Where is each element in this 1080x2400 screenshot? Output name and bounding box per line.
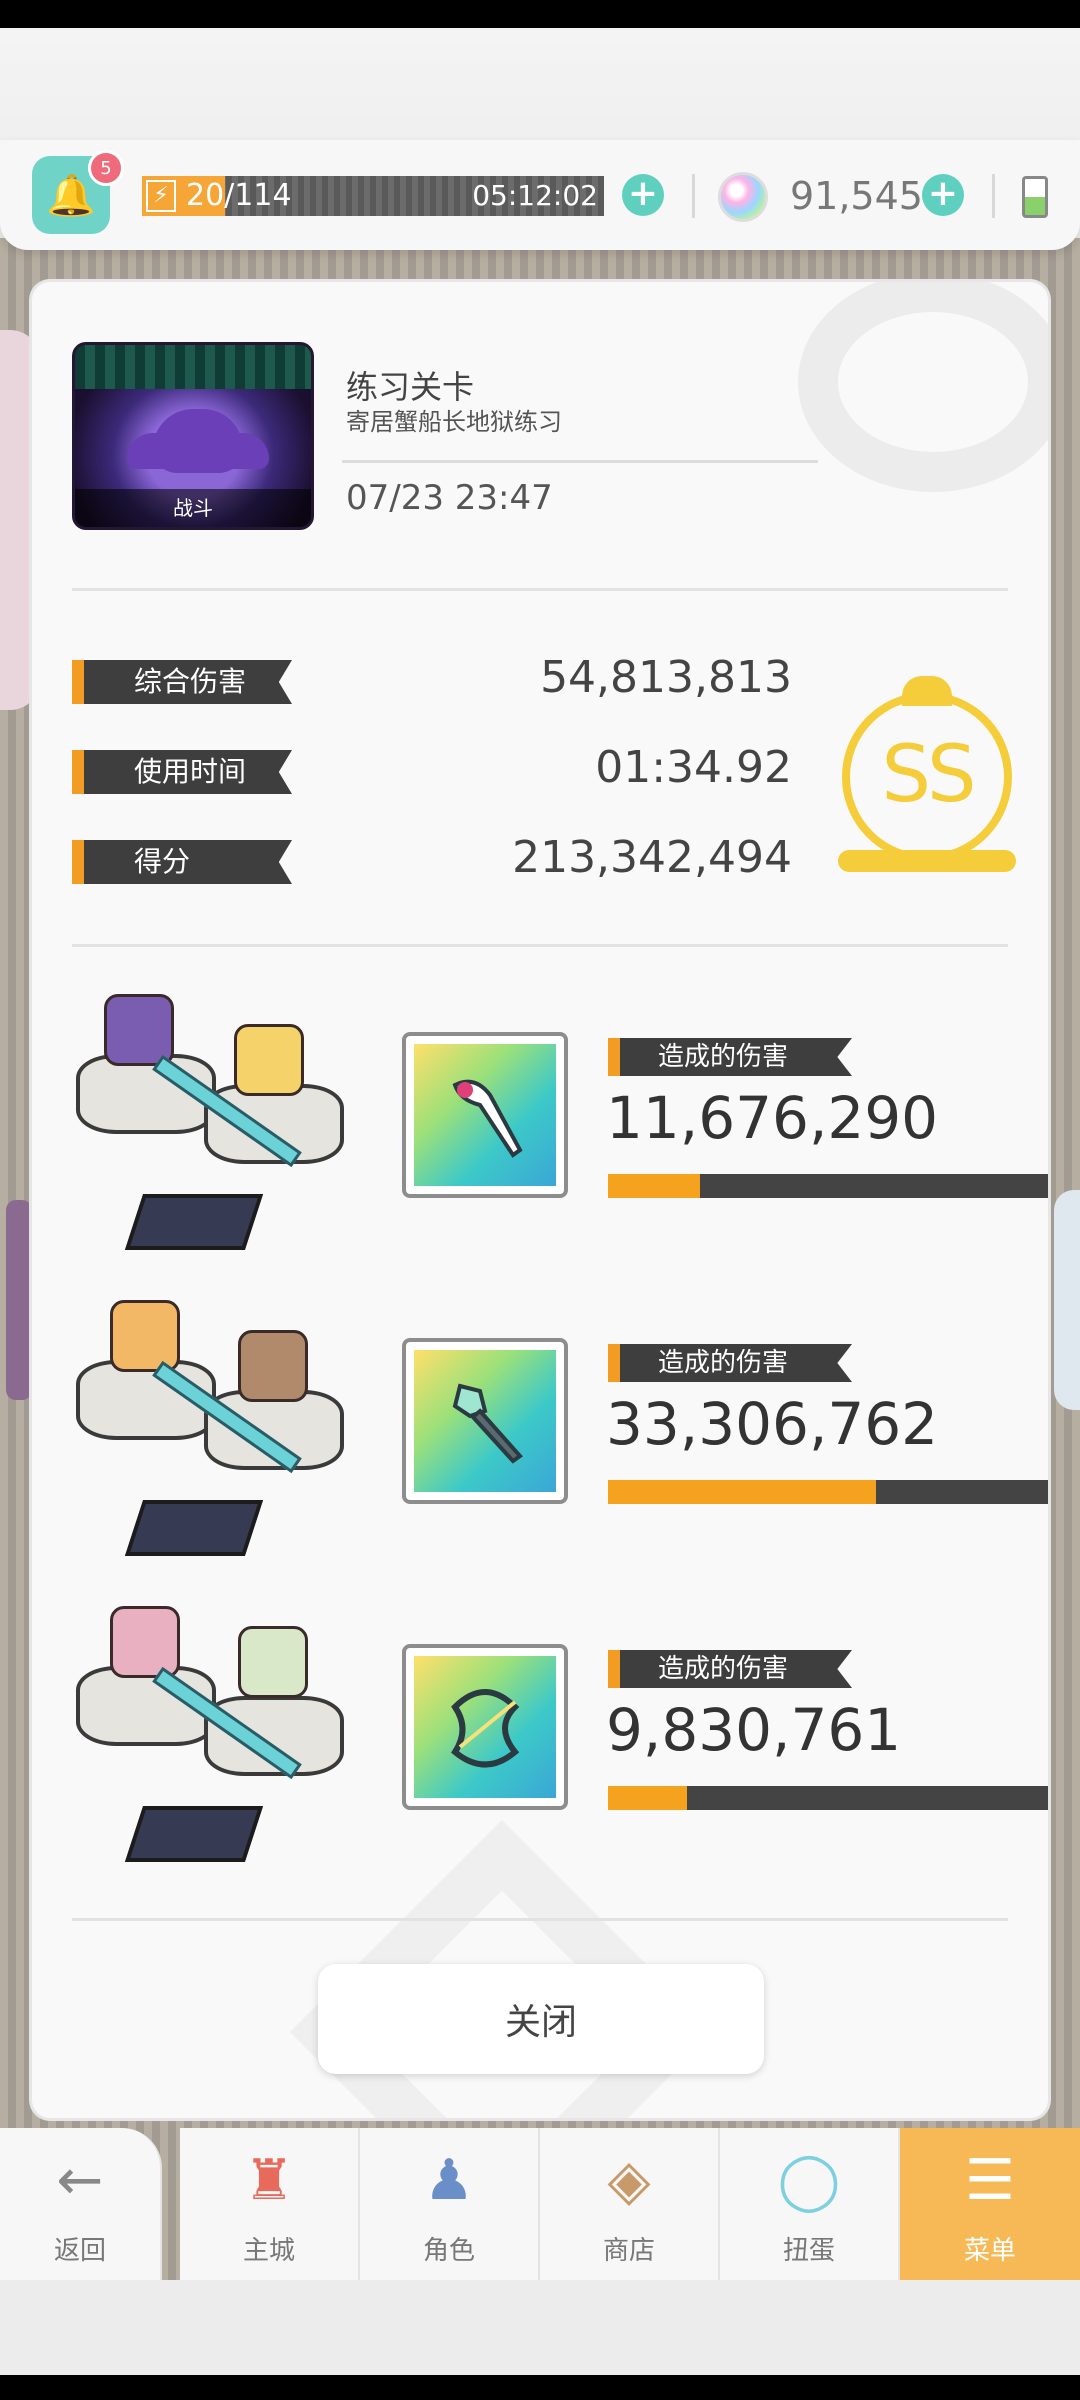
gem-count: 91,545	[790, 174, 923, 218]
divider	[992, 174, 995, 218]
stage-subtitle: 寄居蟹船长地狱练习	[346, 408, 562, 436]
battle-result-modal: 战斗 练习关卡 寄居蟹船长地狱练习 07/23 23:47 综合伤害 54,81…	[32, 282, 1048, 2118]
character-sprite	[238, 1626, 308, 1698]
team-result-row: 造成的伤害 33,306,762	[72, 1300, 1048, 1570]
staff-icon	[414, 1044, 556, 1186]
spellbook-icon	[124, 1194, 264, 1250]
damage-bar	[608, 1786, 1048, 1810]
stat-value: 01:34.92	[595, 742, 792, 793]
rank-emblem-base	[838, 850, 1016, 872]
damage-value: 11,676,290	[606, 1084, 939, 1152]
crab-boss-image	[153, 409, 243, 473]
nav-gacha[interactable]: ◯ 扭蛋	[720, 2128, 900, 2280]
damage-bar-fill	[608, 1480, 877, 1504]
team-party-image	[72, 1606, 362, 1876]
divider	[72, 588, 1008, 591]
character-icon: ♟	[423, 2148, 475, 2213]
stat-label: 使用时间	[72, 750, 292, 794]
nav-label: 返回	[53, 2236, 106, 2266]
nav-label: 菜单	[963, 2236, 1016, 2266]
stamina-timer: 05:12:02	[472, 179, 598, 212]
divider	[342, 460, 818, 463]
stat-label: 得分	[72, 840, 292, 884]
stamina-value: 20/114	[186, 178, 292, 213]
damage-bar	[608, 1174, 1048, 1198]
menu-icon: ☰	[964, 2148, 1016, 2213]
damage-value: 9,830,761	[606, 1696, 902, 1764]
stat-value: 54,813,813	[540, 652, 792, 703]
stamina-bar: ⚡ 20/114 05:12:02	[142, 176, 604, 216]
background-strip	[0, 2280, 1080, 2375]
nav-label: 角色	[422, 2236, 475, 2266]
damage-bar	[608, 1480, 1048, 1504]
stage-thumbnail: 战斗	[72, 342, 314, 530]
stat-score: 得分 213,342,494	[72, 832, 792, 884]
damage-bar-fill	[608, 1174, 701, 1198]
team-result-row: 造成的伤害 9,830,761	[72, 1606, 1048, 1876]
notification-badge: 5	[88, 150, 124, 186]
spellbook-icon	[124, 1500, 264, 1556]
nav-menu[interactable]: ☰ 菜单	[900, 2128, 1080, 2280]
damage-label: 造成的伤害	[608, 1038, 852, 1076]
damage-value: 33,306,762	[606, 1390, 939, 1458]
weapon-slot[interactable]	[402, 1644, 568, 1810]
add-stamina-button[interactable]: +	[622, 174, 664, 216]
character-sprite	[238, 1330, 308, 1402]
character-sprite	[110, 1300, 180, 1372]
background-decoration	[1054, 1190, 1080, 1410]
bow-icon	[414, 1656, 556, 1798]
close-button[interactable]: 关闭	[318, 1964, 764, 2074]
team-party-image	[72, 1300, 362, 1570]
stat-value: 213,342,494	[512, 832, 792, 883]
nav-label: 商店	[602, 2236, 655, 2266]
thumbnail-label: 战斗	[75, 489, 311, 527]
nav-label: 扭蛋	[782, 2236, 835, 2266]
system-navigation-bar	[0, 2375, 1080, 2400]
team-result-row: 造成的伤害 11,676,290	[72, 994, 1048, 1264]
add-gems-button[interactable]: +	[922, 174, 964, 216]
weapon-slot[interactable]	[402, 1338, 568, 1504]
nav-main-city[interactable]: ♜ 主城	[180, 2128, 360, 2280]
damage-label: 造成的伤害	[608, 1650, 852, 1688]
gacha-icon: ◯	[777, 2148, 841, 2213]
top-status-bar: 🔔 5 ⚡ 20/114 05:12:02 + 91,545 +	[0, 140, 1080, 250]
nav-characters[interactable]: ♟ 角色	[360, 2128, 540, 2280]
background-decoration	[6, 1200, 32, 1400]
stat-time-used: 使用时间 01:34.92	[72, 742, 792, 794]
nav-label: 主城	[242, 2236, 295, 2266]
weapon-slot[interactable]	[402, 1032, 568, 1198]
nav-back[interactable]: ← 返回	[0, 2128, 162, 2280]
back-arrow-icon: ←	[56, 2148, 104, 2213]
mace-icon	[414, 1350, 556, 1492]
damage-label: 造成的伤害	[608, 1344, 852, 1382]
watermark-emblem	[798, 282, 1048, 492]
battery-icon	[1022, 176, 1048, 218]
damage-bar-fill	[608, 1786, 688, 1810]
nav-shop[interactable]: ◈ 商店	[540, 2128, 720, 2280]
rank-badge: SS	[842, 692, 1012, 862]
castle-icon: ♜	[243, 2148, 295, 2213]
divider	[692, 174, 695, 218]
stat-total-damage: 综合伤害 54,813,813	[72, 652, 792, 704]
divider	[72, 1918, 1008, 1921]
lightning-icon: ⚡	[146, 180, 176, 212]
spellbook-icon	[124, 1806, 264, 1862]
shop-icon: ◈	[607, 2148, 651, 2213]
stage-datetime: 07/23 23:47	[346, 478, 553, 518]
divider	[72, 944, 1008, 947]
bottom-navigation: ← 返回 ♜ 主城 ♟ 角色 ◈ 商店 ◯ 扭蛋 ☰ 菜单	[0, 2128, 1080, 2280]
gem-icon	[718, 172, 768, 222]
character-sprite	[110, 1606, 180, 1678]
character-sprite	[234, 1024, 304, 1096]
team-party-image	[72, 994, 362, 1264]
stat-label: 综合伤害	[72, 660, 292, 704]
